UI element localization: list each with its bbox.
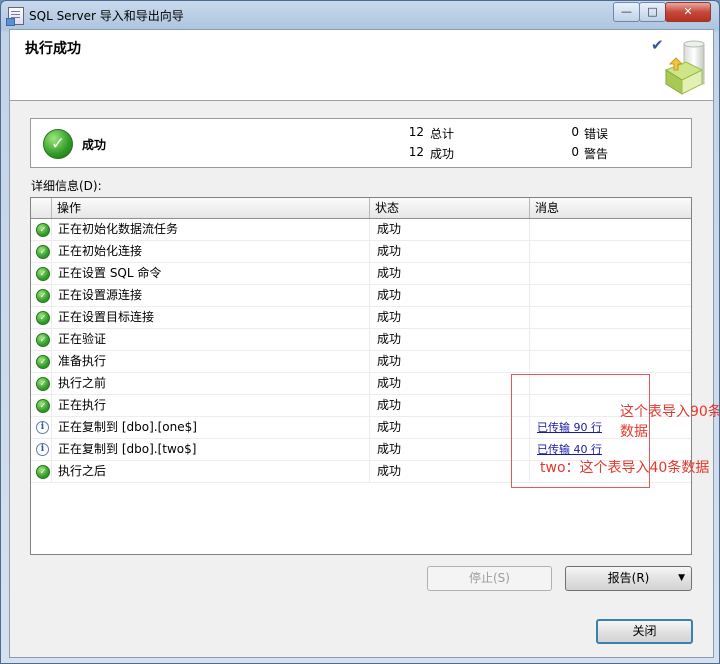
header-status[interactable]: 状态	[370, 198, 530, 218]
row-status: 成功	[370, 439, 530, 460]
row-icon-cell: i	[31, 417, 52, 438]
row-message-cell	[530, 329, 691, 350]
row-message-cell	[530, 285, 691, 306]
success-icon: ✓	[36, 355, 50, 369]
row-action: 执行之前	[52, 373, 370, 394]
table-row[interactable]: ✓ 正在验证 成功	[31, 329, 691, 351]
dropdown-arrow-icon[interactable]: ▼	[678, 567, 685, 590]
total-label: 总计	[430, 127, 455, 141]
report-label: 报告(R)	[607, 571, 650, 585]
row-action: 正在验证	[52, 329, 370, 350]
row-message-cell	[530, 307, 691, 328]
table-row[interactable]: ✓ 准备执行 成功	[31, 351, 691, 373]
success-icon: ✓	[36, 399, 50, 413]
row-message-cell	[530, 263, 691, 284]
row-status: 成功	[370, 395, 530, 416]
wizard-window: SQL Server 导入和导出向导 — □ ✕ 执行成功 ✔ ✓ 成功 12 …	[0, 0, 720, 664]
page-title: 执行成功	[25, 41, 81, 57]
success-icon: ✓	[36, 333, 50, 347]
close-button[interactable]: 关闭	[596, 619, 693, 644]
success-icon: ✓	[36, 311, 50, 325]
table-row[interactable]: ✓ 正在设置源连接 成功	[31, 285, 691, 307]
summary-panel: ✓ 成功 12 总计 12 成功 0 错误 0 警告	[30, 118, 692, 168]
wizard-banner-graphic	[664, 40, 705, 95]
wizard-client-area: 执行成功 ✔ ✓ 成功 12 总计 12 成功 0 错误 0 警告 详细信息(D…	[9, 29, 719, 658]
error-count: 0	[571, 125, 579, 139]
grid-header: 操作 状态 消息	[31, 198, 691, 219]
row-icon-cell: ✓	[31, 329, 52, 350]
stop-button[interactable]: 停止(S)	[427, 566, 552, 591]
app-icon	[6, 7, 24, 26]
row-action: 正在复制到 [dbo].[one$]	[52, 417, 370, 438]
row-icon-cell: ✓	[31, 395, 52, 416]
row-action: 正在设置 SQL 命令	[52, 263, 370, 284]
details-label: 详细信息(D):	[31, 179, 102, 193]
table-row[interactable]: ✓ 正在设置目标连接 成功	[31, 307, 691, 329]
row-icon-cell: ✓	[31, 263, 52, 284]
header-message[interactable]: 消息	[530, 198, 691, 218]
maximize-button[interactable]: □	[639, 2, 666, 22]
header-action[interactable]: 操作	[52, 198, 370, 218]
summary-status: 成功	[82, 138, 107, 152]
success-icon: ✓	[36, 267, 50, 281]
row-icon-cell: ✓	[31, 307, 52, 328]
wizard-header: 执行成功 ✔	[10, 30, 713, 101]
total-count: 12	[408, 125, 424, 139]
row-icon-cell: ✓	[31, 373, 52, 394]
annotation-note-one: 这个表导入90条数据	[620, 404, 720, 440]
error-label: 错误	[584, 127, 609, 141]
warning-label: 警告	[584, 147, 609, 161]
success-count: 12	[408, 145, 424, 159]
annotation-note-two: two：这个表导入40条数据	[540, 460, 710, 476]
row-icon-cell: ✓	[31, 351, 52, 372]
row-action: 执行之后	[52, 461, 370, 482]
report-button[interactable]: 报告(R) ▼	[565, 566, 692, 591]
success-icon: ✓	[36, 245, 50, 259]
row-status: 成功	[370, 373, 530, 394]
row-message-cell	[530, 241, 691, 262]
success-icon: ✓	[36, 377, 50, 391]
row-status: 成功	[370, 307, 530, 328]
title-bar[interactable]: SQL Server 导入和导出向导 — □ ✕	[1, 1, 719, 29]
row-action: 准备执行	[52, 351, 370, 372]
row-status: 成功	[370, 263, 530, 284]
success-icon: ✓	[36, 465, 50, 479]
row-status: 成功	[370, 417, 530, 438]
success-icon: ✓	[43, 129, 73, 159]
row-icon-cell: i	[31, 439, 52, 460]
row-status: 成功	[370, 461, 530, 482]
row-status: 成功	[370, 285, 530, 306]
window-title: SQL Server 导入和导出向导	[29, 9, 184, 23]
row-status: 成功	[370, 219, 530, 240]
minimize-button[interactable]: —	[613, 2, 640, 22]
row-action: 正在复制到 [dbo].[two$]	[52, 439, 370, 460]
row-action: 正在设置源连接	[52, 285, 370, 306]
success-icon: ✓	[36, 223, 50, 237]
row-action: 正在设置目标连接	[52, 307, 370, 328]
row-action: 正在初始化连接	[52, 241, 370, 262]
row-status: 成功	[370, 241, 530, 262]
close-window-button[interactable]: ✕	[665, 2, 711, 22]
row-status: 成功	[370, 351, 530, 372]
row-icon-cell: ✓	[31, 241, 52, 262]
row-message-cell	[530, 351, 691, 372]
info-icon: i	[36, 443, 49, 456]
success-icon: ✓	[36, 289, 50, 303]
info-icon: i	[36, 421, 49, 434]
table-row[interactable]: ✓ 正在初始化数据流任务 成功	[31, 219, 691, 241]
row-action: 正在执行	[52, 395, 370, 416]
header-icon-column	[31, 198, 52, 218]
row-icon-cell: ✓	[31, 219, 52, 240]
success-label: 成功	[430, 147, 455, 161]
table-row[interactable]: ✓ 正在设置 SQL 命令 成功	[31, 263, 691, 285]
warning-count: 0	[571, 145, 579, 159]
row-icon-cell: ✓	[31, 285, 52, 306]
row-action: 正在初始化数据流任务	[52, 219, 370, 240]
table-row[interactable]: ✓ 正在初始化连接 成功	[31, 241, 691, 263]
row-message-cell	[530, 219, 691, 240]
row-status: 成功	[370, 329, 530, 350]
row-icon-cell: ✓	[31, 461, 52, 482]
